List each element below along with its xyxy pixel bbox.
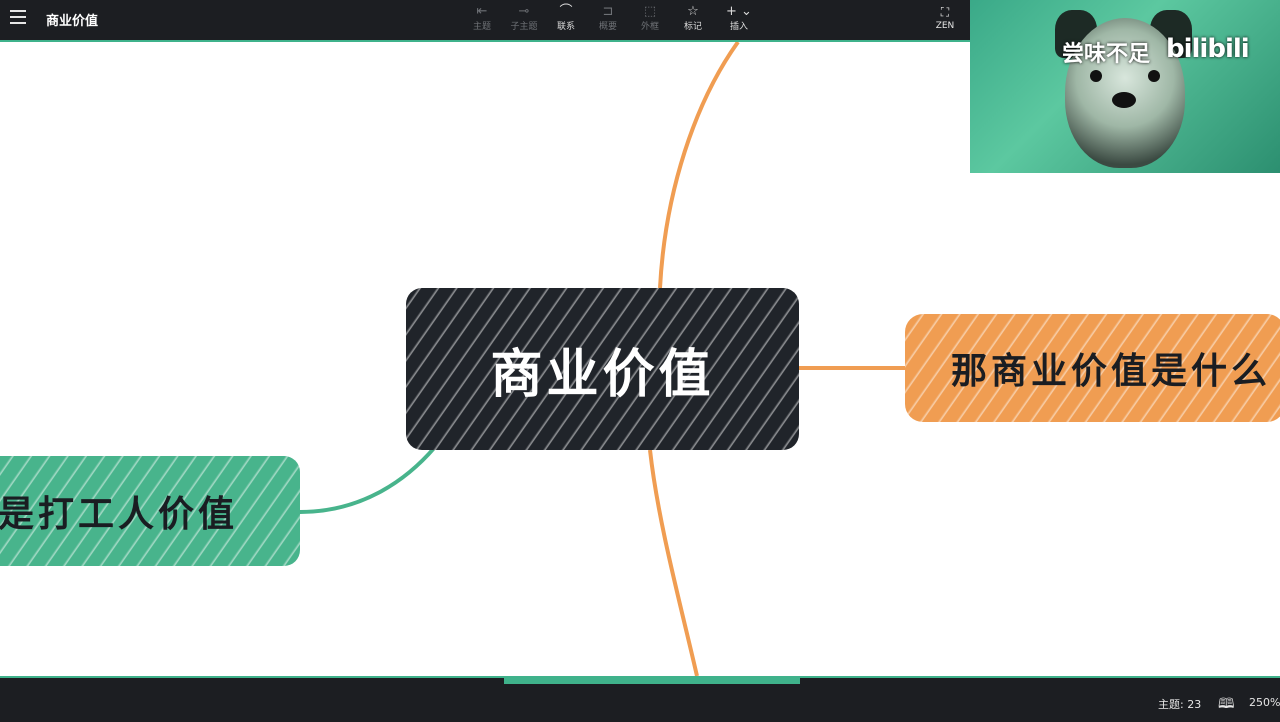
mindmap-canvas[interactable]: 商业价值 那商业价值是什么 是打工人价值 [0, 42, 1280, 676]
marker-button[interactable]: ☆ 标记 [673, 3, 713, 33]
left-branch-topic[interactable]: 是打工人价值 [0, 456, 300, 566]
boundary-label: 外框 [640, 22, 659, 32]
branch-line-left [299, 445, 437, 514]
top-toolbar: 商业价值 ⇤ 主题 ⊸ 子主题 ⌒ 联系 ⊐ 概要 ⬚ 外框 ☆ 标记 + ⌄ … [0, 0, 970, 42]
fullscreen-icon: ⛶ [940, 5, 950, 19]
insert-button[interactable]: + ⌄ 插入 [719, 3, 759, 33]
topic-label: 主题 [472, 22, 491, 32]
topic-count: 主题: 23 [1158, 698, 1202, 711]
outline-book-icon[interactable]: 🕮 [1218, 693, 1235, 717]
zen-label: ZEN [935, 21, 955, 31]
right-branch-topic[interactable]: 那商业价值是什么 [905, 314, 1280, 422]
central-topic[interactable]: 商业价值 [406, 288, 799, 450]
branch-line-top [658, 42, 740, 289]
subtopic-button[interactable]: ⊸ 子主题 [504, 3, 544, 33]
zen-mode-button[interactable]: ⛶ ZEN [928, 3, 962, 31]
boundary-icon: ⬚ [643, 4, 657, 19]
summary-button[interactable]: ⊐ 概要 [588, 3, 628, 33]
relationship-button[interactable]: ⌒ 联系 [546, 3, 586, 33]
insert-label: 插入 [729, 22, 748, 32]
subtopic-icon: ⊸ [518, 4, 530, 19]
marker-label: 标记 [683, 22, 702, 32]
boundary-button[interactable]: ⬚ 外框 [630, 3, 670, 33]
status-bar: 主题: 23 🕮 250% [0, 676, 1280, 722]
subtopic-label: 子主题 [510, 22, 538, 32]
branch-line-bottom [648, 449, 699, 676]
summary-icon: ⊐ [602, 4, 614, 19]
relationship-icon: ⌒ [559, 4, 573, 19]
document-title: 商业价值 [46, 14, 99, 29]
zoom-level[interactable]: 250% [1249, 696, 1280, 709]
star-icon: ☆ [687, 4, 699, 19]
plus-icon: + ⌄ [726, 4, 752, 19]
topic-button[interactable]: ⇤ 主题 [462, 3, 502, 33]
hamburger-menu-icon[interactable] [10, 10, 26, 24]
relationship-label: 联系 [556, 22, 575, 32]
summary-label: 概要 [598, 22, 617, 32]
horizontal-scrollbar[interactable] [504, 678, 800, 684]
topic-icon: ⇤ [476, 4, 488, 19]
